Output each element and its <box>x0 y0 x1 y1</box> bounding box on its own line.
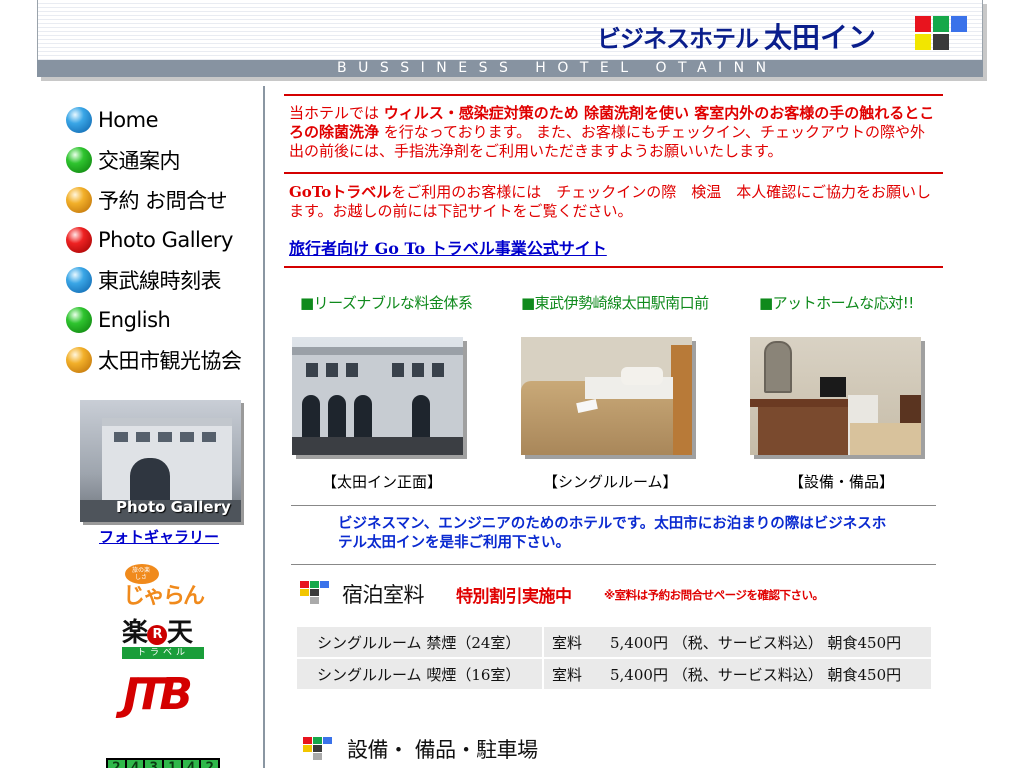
sidebar-divider <box>263 86 265 768</box>
hotel-description: ビジネスマン、エンジニアのためのホテルです。太田市にお泊まりの際はビジネスホテル… <box>338 516 887 551</box>
logo-square-yellow <box>915 34 931 50</box>
globe-ball-icon <box>66 227 92 253</box>
goto-notice: GoToトラベルをご利用のお客様には チェックインの際 検温 本人確認にご協力を… <box>289 183 931 220</box>
divider-red <box>284 94 943 96</box>
rakuten-label-2: 天 <box>167 618 193 648</box>
nav-label: 東武線時刻表 <box>98 269 222 293</box>
rates-note: ※室料は予約お問合せページを確認下さい。 <box>604 588 824 602</box>
hotel-logo-icon <box>915 16 968 52</box>
photo-hotel-front[interactable] <box>292 337 463 455</box>
room-type: シングルルーム 喫煙（16室） <box>297 659 544 689</box>
rates-table: シングルルーム 禁煙（24室） 室料 5,400円 （税、サービス料込） 朝食4… <box>297 625 931 691</box>
divider-red <box>284 172 943 174</box>
jalan-badge[interactable]: 旅の楽しさ じゃらん <box>121 564 205 609</box>
rate-detail: 5,400円 （税、サービス料込） 朝食450円 <box>610 659 931 689</box>
nav-label: 交通案内 <box>98 149 181 173</box>
color-squares-icon <box>300 581 329 604</box>
photo-caption: 【設備・備品】 <box>789 473 895 491</box>
globe-ball-icon <box>66 347 92 373</box>
nav-reservation[interactable]: 予約 お問合せ <box>66 186 228 214</box>
hotel-title: ビジネスホテル 太田イン <box>597 18 876 62</box>
nav-label: 予約 お問合せ <box>98 189 228 213</box>
logo-square-dark <box>933 34 949 50</box>
visitor-counter: 2 4 3 1 4 2 <box>106 758 220 768</box>
discount-label: 特別割引実施中 <box>456 587 572 607</box>
rate-detail: 5,400円 （税、サービス料込） 朝食450円 <box>610 627 931 657</box>
nav-ota-tourism[interactable]: 太田市観光協会 <box>66 346 242 374</box>
table-row: シングルルーム 喫煙（16室） 室料 5,400円 （税、サービス料込） 朝食4… <box>297 659 931 689</box>
photo-caption: 【シングルルーム】 <box>543 473 678 491</box>
hygiene-notice: 当ホテルでは ウィルス・感染症対策のため 除菌洗剤を使い 客室内外のお客様の手の… <box>289 104 935 160</box>
photo-gallery-caption: Photo Gallery <box>116 498 231 516</box>
globe-ball-icon <box>66 267 92 293</box>
nav-photo-gallery[interactable]: Photo Gallery <box>66 226 233 254</box>
logo-square-blue <box>951 16 967 32</box>
divider-gray <box>291 505 936 506</box>
feature-at-home: ■アットホームな応対!! <box>759 294 914 312</box>
jtb-badge[interactable]: JTB <box>123 671 193 719</box>
hotel-title-kana: ビジネスホテル <box>597 25 759 53</box>
rate-label: 室料 <box>544 627 610 657</box>
nav-label: Photo Gallery <box>98 228 233 252</box>
photo-equipment[interactable] <box>750 337 921 455</box>
goto-travel-link[interactable]: 旅行者向け Go To トラベル事業公式サイト <box>289 235 607 259</box>
counter-digit: 4 <box>126 760 144 768</box>
photo-gallery-link[interactable]: フォトギャラリー <box>99 526 219 547</box>
feature-station-front: ■東武伊勢崎線太田駅南口前 <box>521 294 709 312</box>
divider-red <box>284 266 943 268</box>
counter-digit: 2 <box>108 760 125 768</box>
table-row: シングルルーム 禁煙（24室） 室料 5,400円 （税、サービス料込） 朝食4… <box>297 627 931 657</box>
globe-ball-icon <box>66 147 92 173</box>
header-subtitle-bar: BUSSINESS HOTEL OTAINN <box>37 60 983 77</box>
nav-label: 太田市観光協会 <box>98 349 242 373</box>
counter-digit: 4 <box>182 760 200 768</box>
photo-single-room[interactable] <box>521 337 692 455</box>
logo-square-red <box>915 16 931 32</box>
hotel-title-name: 太田イン <box>764 21 877 54</box>
logo-square-green <box>933 16 949 32</box>
rakuten-subtitle: トラベル <box>122 647 204 659</box>
photo-caption: 【太田イン正面】 <box>322 473 443 491</box>
header-shadow <box>983 4 987 80</box>
color-squares-icon <box>303 737 332 760</box>
facilities-title: 設備・ 備品・駐車場 <box>347 738 538 762</box>
counter-digit: 3 <box>145 760 163 768</box>
feature-reasonable-price: ■リーズナブルな料金体系 <box>300 294 473 312</box>
room-type: シングルルーム 禁煙（24室） <box>297 627 544 657</box>
globe-ball-icon <box>66 107 92 133</box>
nav-label: Home <box>98 108 159 132</box>
rakuten-travel-badge[interactable]: 楽R天 トラベル <box>122 619 204 661</box>
nav-home[interactable]: Home <box>66 106 159 134</box>
globe-ball-icon <box>66 307 92 333</box>
counter-digit: 1 <box>164 760 181 768</box>
nav-english[interactable]: English <box>66 306 171 334</box>
globe-ball-icon <box>66 187 92 213</box>
rakuten-r-icon: R <box>147 625 168 645</box>
nav-label: English <box>98 308 171 332</box>
nav-tobu-timetable[interactable]: 東武線時刻表 <box>66 266 222 294</box>
rates-title: 宿泊室料 <box>342 583 425 607</box>
rakuten-label: 楽 <box>122 618 148 648</box>
jalan-label: じゃらん <box>123 584 205 609</box>
photo-gallery-thumbnail[interactable]: Photo Gallery <box>80 400 241 522</box>
rate-label: 室料 <box>544 659 610 689</box>
header-shadow-bottom <box>41 77 987 81</box>
nav-access[interactable]: 交通案内 <box>66 146 181 174</box>
divider-gray <box>291 564 936 565</box>
counter-digit: 2 <box>201 760 219 768</box>
